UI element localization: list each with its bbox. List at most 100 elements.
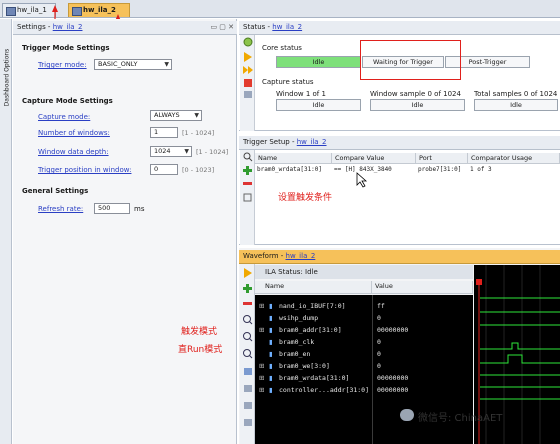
settings-header-link[interactable]: hw_ila_2	[53, 23, 83, 31]
trigger-setup-title: Trigger Setup -	[243, 138, 297, 146]
status-header-link[interactable]: hw_ila_2	[272, 23, 302, 31]
mouse-cursor-icon	[356, 172, 368, 188]
annotation-run-mode: 直Run模式	[178, 345, 223, 355]
num-windows-input[interactable]: 1	[150, 127, 178, 138]
capture-mode-select[interactable]: ALWAYS ▼	[150, 110, 202, 121]
run-trigger-icon	[244, 268, 252, 278]
waveform-title: Waveform -	[243, 252, 286, 260]
waveform-header: Waveform - hw_ila_2	[239, 250, 560, 264]
general-settings-group: General Settings	[22, 187, 89, 195]
add-icon	[243, 284, 252, 293]
annotation-trigger-mode: 触发模式	[181, 327, 218, 337]
signal-name: controller...addr[31:0]	[279, 386, 370, 394]
capture-mode-value: ALWAYS	[154, 111, 180, 119]
trigger-row-usage: 1 of 3	[470, 166, 492, 173]
trigger-setup-header-link[interactable]: hw_ila_2	[297, 138, 327, 146]
signal-value: 0	[377, 338, 381, 346]
trigger-mode-value: BASIC_ONLY	[98, 60, 138, 68]
signal-row[interactable]: ⊞ ▮ bram0_wrdata[31:0] 00000000	[255, 372, 473, 384]
refresh-rate-input[interactable]: 500	[94, 203, 130, 214]
annotation-red-box	[360, 40, 461, 80]
run-immediate-icon	[243, 66, 253, 74]
search-icon	[243, 152, 253, 162]
status-toolbar-icons	[243, 37, 253, 98]
core-state-idle: Idle	[276, 56, 361, 68]
trigger-position-input[interactable]: 0	[150, 164, 178, 175]
refresh-rate-label[interactable]: Refresh rate:	[38, 205, 83, 213]
trigger-mode-label[interactable]: Trigger mode:	[38, 61, 87, 69]
signal-row[interactable]: ⊞ ▮ bram0_addr[31:0] 00000000	[255, 324, 473, 336]
waveform-header-link[interactable]: hw_ila_2	[286, 252, 316, 260]
panel-window-icons[interactable]: ▭ ▢ ✕	[210, 21, 234, 34]
wechat-icon	[400, 409, 414, 421]
settings-header: Settings - hw_ila_2 ▭ ▢ ✕	[13, 21, 237, 35]
go-to-cursor-icon	[244, 368, 252, 375]
zoom-in-icon	[243, 315, 253, 325]
trigger-row-name: bram0_wrdata[31:0]	[257, 166, 323, 173]
ila-status-bar: ILA Status: Idle	[255, 265, 473, 279]
signal-row[interactable]: ⊞ ▮ controller...addr[31:0] 00000000	[255, 384, 473, 396]
watermark: 微信号: ChinaAET	[400, 408, 558, 424]
window-count-label: Window 1 of 1	[276, 90, 326, 98]
export-icon	[244, 91, 252, 98]
chevron-down-icon: ▼	[194, 112, 199, 119]
compare-icon	[243, 193, 252, 202]
signal-value: 0	[377, 350, 381, 358]
annotation-trigger-condition: 设置触发条件	[278, 193, 333, 203]
total-samples-label: Total samples 0 of 1024	[474, 90, 558, 98]
signal-name: bram0_addr[31:0]	[279, 326, 342, 334]
run-trigger-icon	[244, 52, 252, 62]
trigger-mode-select[interactable]: BASIC_ONLY ▼	[94, 59, 172, 70]
refresh-rate-unit: ms	[134, 205, 145, 213]
chevron-down-icon: ▼	[164, 61, 169, 68]
side-tab-dashboard-options[interactable]: Dashboard Options	[1, 40, 11, 120]
trigger-col-name[interactable]: Name	[255, 153, 332, 164]
trigger-col-port[interactable]: Port	[416, 153, 468, 164]
trigger-col-usage[interactable]: Comparator Usage	[468, 153, 560, 164]
num-windows-range: [1 - 1024]	[182, 129, 215, 137]
signal-value: 0	[377, 314, 381, 322]
remove-icon	[243, 182, 252, 185]
window-count-value: Idle	[276, 99, 361, 111]
trigger-col-compare[interactable]: Compare Value	[332, 153, 416, 164]
trigger-position-range: [0 - 1023]	[182, 166, 215, 174]
side-tab-label: Dashboard Options	[3, 48, 11, 107]
num-windows-label[interactable]: Number of windows:	[38, 129, 110, 137]
signal-name: bram0_en	[279, 350, 311, 358]
signal-value: 00000000	[377, 326, 409, 334]
settings-title: Settings -	[17, 23, 53, 31]
trigger-toolbar-icons	[243, 152, 253, 202]
capture-status-label: Capture status	[262, 78, 314, 86]
window-depth-select[interactable]: 1024 ▼	[150, 146, 192, 157]
signal-row[interactable]: ▮ bram0_clk 0	[255, 336, 473, 348]
signal-name: bram0_clk	[279, 338, 315, 346]
signal-name: wsihp_dump	[279, 314, 319, 322]
window-sample-label: Window sample 0 of 1024	[370, 90, 461, 98]
next-transition-icon	[244, 402, 252, 409]
trigger-position-label[interactable]: Trigger position in window:	[38, 166, 131, 174]
trigger-row-port: probe7[31:0]	[418, 166, 462, 173]
total-samples-value: Idle	[474, 99, 558, 111]
signal-row[interactable]: ▮ wsihp_dump 0	[255, 312, 473, 324]
ila-status-text: ILA Status: Idle	[265, 268, 318, 276]
add-icon	[243, 166, 252, 175]
signal-row[interactable]: ⊞ ▮ nand_io_IBUF[7:0] ff	[255, 300, 473, 312]
previous-transition-icon	[244, 385, 252, 392]
zoom-fit-icon	[243, 349, 253, 359]
marker-icon	[244, 419, 252, 426]
signal-value: 00000000	[377, 386, 409, 394]
window-depth-label[interactable]: Window data depth:	[38, 148, 109, 156]
signal-value: 00000000	[377, 374, 409, 382]
signal-row[interactable]: ⊞ ▮ bram0_we[3:0] 0	[255, 360, 473, 372]
trigger-row[interactable]: bram0_wrdata[31:0] == [H] 843X_3840 prob…	[255, 165, 560, 177]
signal-row[interactable]: ▮ bram0_en 0	[255, 348, 473, 360]
waveform-col-name[interactable]: Name	[255, 281, 372, 294]
settings-panel	[13, 19, 237, 444]
stop-icon	[244, 79, 252, 87]
waveform-col-value[interactable]: Value	[372, 281, 473, 294]
trigger-mode-group: Trigger Mode Settings	[22, 44, 110, 52]
capture-mode-label[interactable]: Capture mode:	[38, 113, 90, 121]
window-depth-value: 1024	[154, 147, 171, 155]
capture-mode-group: Capture Mode Settings	[22, 97, 113, 105]
core-status-label: Core status	[262, 44, 302, 52]
